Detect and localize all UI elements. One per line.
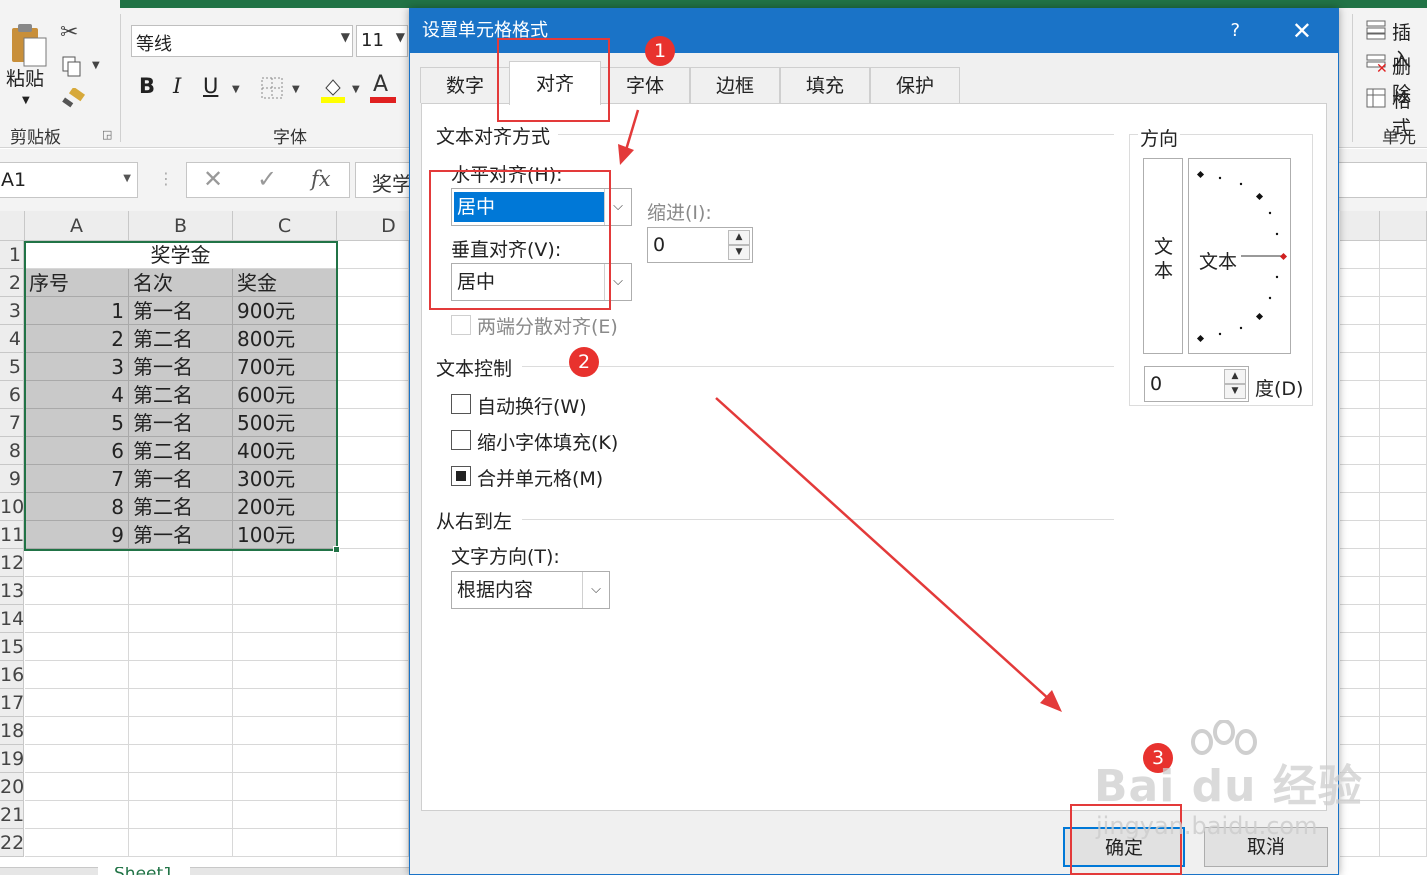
watermark: Bai du 经验 jingyan.baidu.com [1090, 720, 1363, 850]
tab-alignment[interactable]: 对齐 [509, 61, 601, 105]
watermark-url: jingyan.baidu.com [1096, 812, 1318, 840]
watermark-brand: Bai du 经验 [1094, 761, 1363, 812]
